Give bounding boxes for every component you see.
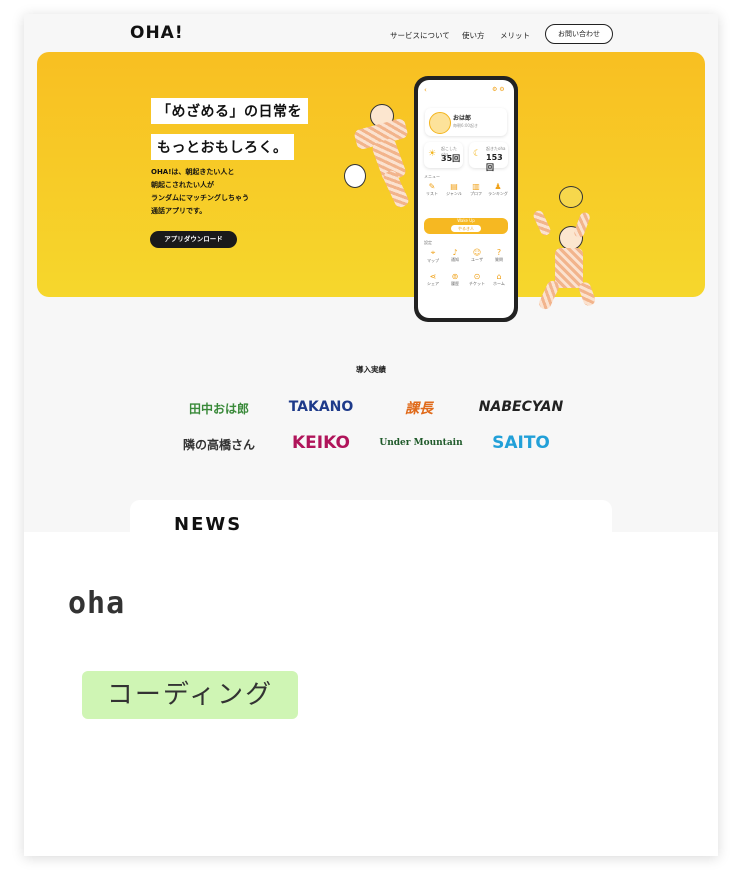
hero-banner: 「めざめる」の日常を もっとおもしろく。 OHA!は、朝起きたい人と 朝起こされ… [37,52,705,312]
site-screenshot: OHA! サービスについて 使い方 メリット お問い合わせ 「めざめる」の日常を… [24,14,718,532]
phone-screen: ‹ ⚙ ⚙ おは郎 毎朝6:00起き ☀ 起こしたoha 35回 ☾ 起きたoh… [418,80,514,318]
news-title: NEWS [174,514,243,532]
contact-button[interactable]: お問い合わせ [545,24,613,44]
stat-label: 起きたoha [486,146,506,151]
character-right-body [555,248,583,288]
phone-grid-item: ? 質問 [490,248,508,263]
grid-label: シェア [427,281,439,286]
client-logo-takahashi: 隣の高橋さん [182,438,255,452]
home-icon: ⌂ [496,272,502,281]
client-logo-kacho: 課長 [405,401,433,417]
phone-menu-item: ♟ ランキング [488,182,508,197]
stat-value: 153回 [486,153,503,172]
phone-grid-item: ⊚ 履歴 [446,272,464,287]
client-logo-nabecyan: NABECYAN [478,399,564,415]
phone-section-label: 設定 [424,240,432,245]
ticket-icon: ⊙ [473,272,481,281]
menu-label: プロフ [470,191,482,196]
phone-grid-item: ☺ ユーザ [468,248,486,263]
hero-description: OHA!は、朝起きたい人と 朝起こされたい人が ランダムにマッチングしちゃう 通… [151,166,291,218]
avatar [429,112,451,134]
map-pin-icon: ⌖ [430,248,436,257]
menu-label: リスト [426,191,438,196]
phone-menu-item: ▤ ジャンル [444,182,464,197]
settings-icon: ⚙ ⚙ [492,86,505,93]
news-section: NEWS [130,500,612,532]
card-body: oha コーディング [24,532,718,856]
grid-label: 質問 [495,257,503,262]
chick-icon [559,186,583,208]
back-icon: ‹ [424,86,427,94]
phone-menu-item: ▥ プロフ [466,182,486,197]
menu-label: ジャンル [446,191,462,196]
phone-stat-waken: ☾ 起きたoha 153回 [469,142,508,172]
bell-icon: ♪ [452,248,458,257]
grid-label: 通知 [451,257,459,262]
grid-label: ホーム [493,281,505,286]
nav-item-usage[interactable]: 使い方 [462,30,485,41]
user-icon: ☺ [472,248,482,257]
clients-title: 導入実績 [356,365,386,374]
phone-stat-woke: ☀ 起こしたoha 35回 [424,142,463,168]
phone-grid-item: ♪ 通知 [446,248,464,263]
genre-icon: ▤ [450,182,458,191]
phone-user-card: おは郎 毎朝6:00起き [425,108,507,136]
phone-mockup: ‹ ⚙ ⚙ おは郎 毎朝6:00起き ☀ 起こしたoha 35回 ☾ 起きたoh… [414,76,518,322]
client-logo-undermountain: Under Mountain [379,438,463,448]
grid-label: マップ [427,258,439,263]
chicken-icon [344,164,366,188]
grid-label: ユーザ [471,257,483,262]
site-logo[interactable]: OHA! [130,23,184,43]
menu-label: ランキング [488,191,508,196]
category-tag[interactable]: コーディング [82,671,298,719]
work-title[interactable]: oha [68,586,125,621]
character-left-leg [381,168,411,210]
character-right-leg [577,280,597,308]
phone-wakeup-card: Wake Up やるき人 [424,218,508,234]
phone-menu-label: メニュー [424,174,440,179]
hero-tagline-2: もっとおもしろく。 [151,134,294,160]
wakeup-label: Wake Up [457,218,475,223]
character-right-leg [537,278,561,312]
nav-item-service[interactable]: サービスについて [390,30,450,41]
list-icon: ✎ [428,182,436,191]
stat-value: 35回 [441,154,461,163]
hero-desc-line: 通話アプリです。 [151,207,207,215]
phone-user-name: おは郎 [453,115,472,122]
hero-desc-line: 朝起こされたい人が [151,181,214,189]
history-icon: ⊚ [451,272,459,281]
share-icon: ⋖ [429,272,437,281]
client-logo-tanaka: 田中おは郎 [188,402,249,416]
phone-menu-item: ✎ リスト [422,182,442,197]
nav-item-merit[interactable]: メリット [500,30,530,41]
sun-icon: ☀ [428,149,437,159]
phone-grid-item: ⋖ シェア [424,272,442,287]
book-icon: ▥ [472,182,480,191]
client-logo-saito: SAITO [492,433,550,453]
phone-user-sub: 毎朝6:00起き [453,123,478,128]
character-right-arm-left [531,209,553,237]
wakeup-button: やるき人 [451,225,481,232]
moon-icon: ☾ [473,149,482,159]
hero-desc-line: ランダムにマッチングしちゃう [151,194,249,202]
person-icon: ♟ [494,182,502,191]
phone-grid-item: ⌖ マップ [424,248,442,264]
app-download-button[interactable]: アプリダウンロード [150,231,237,248]
hero-desc-line: OHA!は、朝起きたい人と [151,168,235,176]
client-logo-keiko: KEIKO [292,433,350,453]
character-right-arm-right [572,211,592,239]
grid-label: 履歴 [451,281,459,286]
hero-tagline-1: 「めざめる」の日常を [151,98,308,124]
client-logo-takano: TAKANO [288,399,354,415]
phone-grid-item: ⌂ ホーム [490,272,508,287]
portfolio-card[interactable]: OHA! サービスについて 使い方 メリット お問い合わせ 「めざめる」の日常を… [24,14,718,856]
grid-label: チケット [469,281,485,286]
question-icon: ? [496,248,502,257]
phone-grid-item: ⊙ チケット [468,272,486,287]
